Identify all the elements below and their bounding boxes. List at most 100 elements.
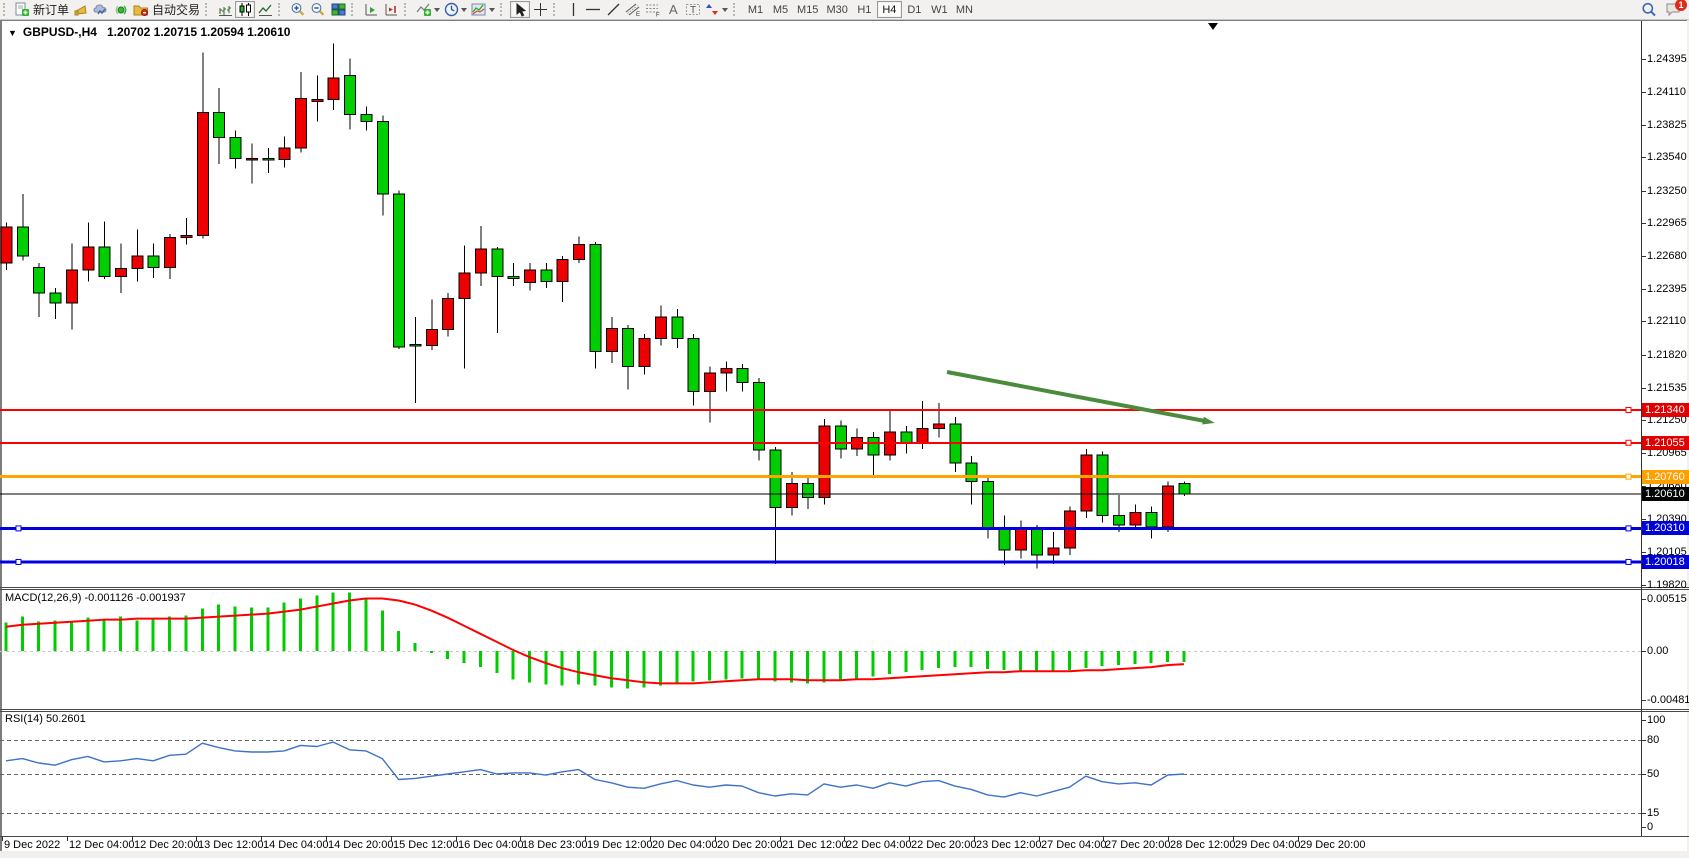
line-handle[interactable] [1626, 408, 1631, 413]
notifications-button[interactable]: 1 [1663, 1, 1683, 18]
timeframe-mn-button[interactable]: MN [952, 1, 977, 18]
toolbar-grip [351, 3, 357, 16]
bull-candle [1, 227, 12, 263]
line-chart-button[interactable] [255, 1, 275, 18]
macd-histogram-bar [1166, 651, 1169, 662]
crosshair-button[interactable] [530, 1, 550, 18]
timeframe-m5-button[interactable]: M5 [768, 1, 793, 18]
line-handle[interactable] [1626, 526, 1631, 531]
bear-candle [1113, 516, 1124, 525]
periods-button[interactable] [442, 1, 469, 18]
bear-candle [868, 438, 879, 455]
search-button[interactable] [1639, 1, 1659, 18]
mql-cloud-button[interactable] [91, 1, 111, 18]
megaphone-icon [74, 2, 89, 17]
text-button[interactable]: A [663, 1, 683, 18]
bear-candle [34, 267, 45, 292]
trend-arrow[interactable] [947, 372, 1205, 421]
fibonacci-button[interactable]: F [643, 1, 663, 18]
macd-histogram-bar [119, 617, 122, 651]
new-order-label: 新订单 [33, 1, 69, 18]
notification-badge: 1 [1675, 0, 1687, 11]
new-order-button[interactable]: 新订单 [13, 1, 71, 18]
time-axis-label: 13 Dec 12:00 [198, 839, 263, 851]
timeframe-m1-button[interactable]: M1 [743, 1, 768, 18]
macd-histogram-bar [86, 618, 89, 651]
bull-candle [1163, 486, 1174, 527]
line-handle[interactable] [16, 559, 21, 564]
cloud-icon [93, 2, 109, 17]
line-handle[interactable] [16, 526, 21, 531]
signal-icon [114, 2, 129, 17]
price-axis-label: 1.23825 [1647, 119, 1687, 131]
macd-histogram-bar [37, 622, 40, 651]
timeframe-w1-button[interactable]: W1 [927, 1, 952, 18]
timeframe-h1-button[interactable]: H1 [852, 1, 877, 18]
rsi-line [6, 742, 1184, 797]
megaphone-button[interactable] [71, 1, 91, 18]
macd-histogram-bar [512, 651, 515, 679]
cursor-button[interactable] [510, 1, 530, 18]
bear-candle [394, 194, 405, 347]
bull-candle [426, 330, 437, 346]
bull-candle [525, 270, 536, 283]
timeframe-h4-button[interactable]: H4 [877, 1, 902, 18]
macd-histogram-bar [626, 651, 629, 688]
price-axis-label: 1.23250 [1647, 185, 1687, 197]
macd-histogram-bar [921, 651, 924, 670]
timeframe-m15-button[interactable]: M15 [793, 1, 822, 18]
equidistant-channel-button[interactable]: E [623, 1, 643, 18]
add-indicator-button[interactable] [414, 1, 442, 18]
bull-candle [819, 426, 830, 497]
macd-histogram-bar [315, 595, 318, 651]
price-chart-canvas[interactable] [0, 19, 1689, 858]
zoom-in-button[interactable] [288, 1, 308, 18]
time-axis-label: 16 Dec 04:00 [458, 839, 523, 851]
bull-candle [66, 270, 77, 303]
line-handle[interactable] [1626, 440, 1631, 445]
templates-button[interactable] [469, 1, 497, 18]
toolbar-grip [553, 3, 559, 16]
timeframe-d1-button[interactable]: D1 [902, 1, 927, 18]
auto-scroll-button[interactable] [361, 1, 381, 18]
collapse-panel-icon[interactable]: ▼ [8, 28, 17, 38]
bear-candle [410, 344, 421, 346]
candlestick-chart-button[interactable] [235, 1, 255, 18]
price-axis-label: 1.22965 [1647, 217, 1687, 229]
timeframe-m30-button[interactable]: M30 [822, 1, 851, 18]
macd-histogram-bar [446, 651, 449, 659]
zoom-out-button[interactable] [308, 1, 328, 18]
indicator-axis-label: 80 [1647, 734, 1659, 746]
macd-histogram-bar [724, 651, 727, 679]
trendline-icon [606, 2, 621, 17]
chart-shift-button[interactable] [381, 1, 401, 18]
autotrading-button[interactable]: 自动交易 [131, 1, 202, 18]
macd-histogram-bar [54, 621, 57, 651]
bar-chart-button[interactable] [215, 1, 235, 18]
macd-histogram-bar [463, 651, 466, 663]
time-axis-label: 27 Dec 20:00 [1105, 839, 1170, 851]
macd-histogram-bar [1150, 651, 1153, 663]
tile-windows-button[interactable] [328, 1, 348, 18]
toolbar-grip [733, 3, 739, 16]
line-handle[interactable] [1626, 559, 1631, 564]
horizontal-line-button[interactable] [583, 1, 603, 18]
macd-histogram-bar [577, 651, 580, 684]
macd-histogram-bar [381, 611, 384, 651]
price-axis-label: 1.22395 [1647, 283, 1687, 295]
text-icon: A [666, 2, 680, 17]
trendline-button[interactable] [603, 1, 623, 18]
bull-candle [1048, 548, 1059, 555]
signals-button[interactable] [111, 1, 131, 18]
arrows-button[interactable] [703, 1, 730, 18]
line-handle[interactable] [1626, 474, 1631, 479]
bull-candle [312, 100, 323, 102]
macd-histogram-bar [217, 605, 220, 651]
bull-candle [246, 158, 257, 160]
text-label-button[interactable]: T [683, 1, 703, 18]
indicator-axis-label: 15 [1647, 807, 1659, 819]
macd-histogram-bar [855, 651, 858, 678]
vertical-line-button[interactable] [563, 1, 583, 18]
chart-shift-marker[interactable] [1208, 23, 1218, 30]
bull-candle [1015, 530, 1026, 551]
